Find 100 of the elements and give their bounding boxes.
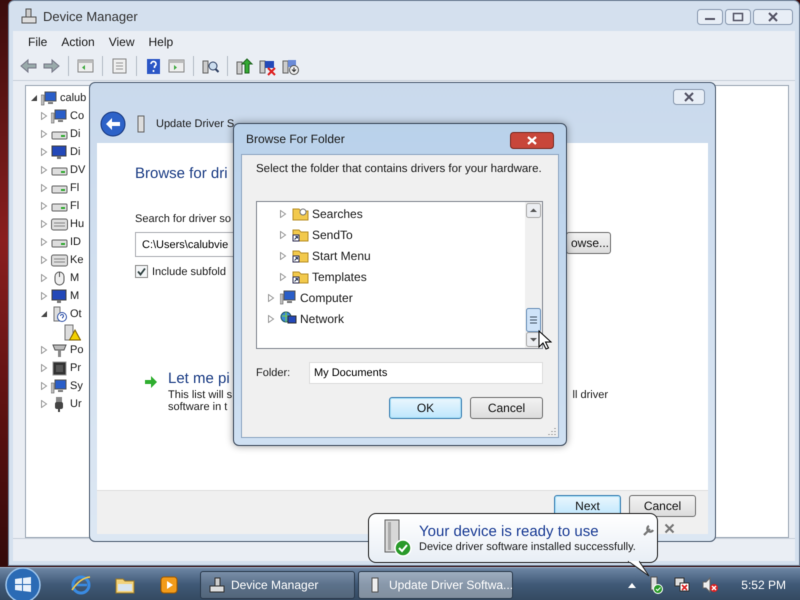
tree-item[interactable]: Computer <box>300 290 353 304</box>
collapse-arrow-icon[interactable] <box>30 94 38 102</box>
pane-icon[interactable] <box>167 56 186 76</box>
help-icon[interactable] <box>144 56 163 76</box>
maximize-button[interactable] <box>725 9 751 25</box>
tree-item[interactable]: DV <box>70 164 86 176</box>
properties-icon[interactable] <box>110 56 129 76</box>
cancel-button[interactable]: Cancel <box>470 397 543 419</box>
expand-arrow-icon[interactable] <box>40 274 48 282</box>
scroll-up-button[interactable] <box>526 203 541 218</box>
browse-button[interactable]: owse... <box>566 232 611 254</box>
expand-arrow-icon[interactable] <box>40 238 48 246</box>
tree-item[interactable]: SendTo <box>312 228 353 242</box>
tree-item[interactable]: Searches <box>312 206 363 220</box>
tree-item[interactable]: Co <box>70 110 84 122</box>
expand-arrow-icon[interactable] <box>40 130 48 138</box>
tree-item[interactable]: calub <box>60 92 86 104</box>
clock[interactable]: 5:52 PM <box>741 578 786 592</box>
computer-icon <box>51 108 68 124</box>
task-label: Update Driver Softwa... <box>389 578 514 592</box>
forward-arrow-icon[interactable] <box>42 56 61 76</box>
menu-item[interactable]: Help <box>142 34 180 48</box>
keyboard-icon <box>51 252 68 268</box>
tree-item[interactable]: Sy <box>70 380 83 392</box>
menu-item[interactable]: Action <box>54 34 102 48</box>
start-button[interactable] <box>4 566 42 600</box>
scroll-thumb[interactable] <box>526 308 541 332</box>
tree-item[interactable]: ID <box>70 236 81 248</box>
tree-item[interactable]: Po <box>70 344 84 356</box>
tree-item[interactable]: M <box>70 290 80 302</box>
option-description: This list will s <box>168 389 232 401</box>
menu-item[interactable]: View <box>102 34 142 48</box>
expand-arrow-icon[interactable] <box>279 210 287 218</box>
media-player-icon[interactable] <box>158 574 180 596</box>
network-icon[interactable] <box>673 576 692 594</box>
ok-button[interactable]: OK <box>389 397 462 419</box>
folder-field[interactable]: My Documents <box>309 362 543 384</box>
tree-item[interactable]: Fl <box>70 200 80 212</box>
device-icon <box>136 115 146 133</box>
expand-arrow-icon[interactable] <box>40 400 48 408</box>
checkbox[interactable] <box>135 265 148 278</box>
tree-item[interactable]: M <box>70 272 80 284</box>
back-arrow-icon[interactable] <box>19 56 38 76</box>
tree-item[interactable]: Di <box>70 146 80 158</box>
scrollbar[interactable] <box>525 202 542 348</box>
update-icon[interactable] <box>235 56 254 76</box>
expand-arrow-icon[interactable] <box>40 292 48 300</box>
tree-item[interactable]: Di <box>70 128 80 140</box>
computer-icon <box>280 289 297 306</box>
tree-item[interactable]: Ke <box>70 254 84 266</box>
close-button[interactable] <box>510 132 554 149</box>
expand-arrow-icon[interactable] <box>279 230 287 238</box>
monitor-icon <box>51 288 68 304</box>
close-icon[interactable] <box>664 523 675 534</box>
expand-arrow-icon[interactable] <box>40 202 48 210</box>
speaker-muted-icon[interactable] <box>701 576 720 594</box>
task-label: Device Manager <box>231 578 318 592</box>
expand-arrow-icon[interactable] <box>40 166 48 174</box>
wrench-icon[interactable] <box>642 523 656 537</box>
tree-item[interactable]: Start Menu <box>312 248 371 262</box>
expand-arrow-icon[interactable] <box>40 364 48 372</box>
cancel-button[interactable]: Cancel <box>629 495 696 517</box>
show-hidden-icons-icon[interactable] <box>627 580 638 588</box>
tree-item[interactable]: Pr <box>70 362 81 374</box>
menu-item[interactable]: File <box>21 34 54 48</box>
notification-message: Device driver software installed successfully. <box>419 541 636 553</box>
tree-item[interactable]: Hu <box>70 218 84 230</box>
expand-arrow-icon[interactable] <box>40 220 48 228</box>
option-link[interactable]: Let me pi <box>168 370 230 387</box>
expand-arrow-icon[interactable] <box>279 272 287 280</box>
back-button[interactable] <box>100 111 126 137</box>
warning-device-icon <box>64 324 81 340</box>
expand-arrow-icon[interactable] <box>40 148 48 156</box>
expand-arrow-icon[interactable] <box>279 252 287 260</box>
notification-title: Your device is ready to use <box>419 523 600 540</box>
browser-icon[interactable] <box>70 574 92 596</box>
collapse-arrow-icon[interactable] <box>40 310 48 318</box>
expand-arrow-icon[interactable] <box>40 346 48 354</box>
expand-arrow-icon[interactable] <box>40 256 48 264</box>
pane-icon[interactable] <box>76 56 95 76</box>
expand-arrow-icon[interactable] <box>40 112 48 120</box>
keyboard-icon <box>51 216 68 232</box>
tree-item[interactable]: Ur <box>70 398 82 410</box>
resize-grip-icon[interactable] <box>548 427 556 435</box>
expand-arrow-icon[interactable] <box>267 314 275 322</box>
close-button[interactable] <box>673 89 705 105</box>
tree-item[interactable]: Fl <box>70 182 80 194</box>
option-description: software in t <box>168 401 228 413</box>
expand-arrow-icon[interactable] <box>267 294 275 302</box>
taskbar-button[interactable]: Device Manager <box>200 570 355 598</box>
instruction-text: Select the folder that contains drivers for your hardware. <box>256 163 543 175</box>
tree-item[interactable]: Ot <box>70 308 82 320</box>
expand-arrow-icon[interactable] <box>40 382 48 390</box>
minimize-button[interactable] <box>697 9 723 25</box>
expand-arrow-icon[interactable] <box>40 184 48 192</box>
chip-icon <box>51 360 68 376</box>
close-button[interactable] <box>753 9 793 25</box>
tree-item[interactable]: Templates <box>312 270 367 284</box>
option-description: ll driver <box>572 389 608 401</box>
tree-item[interactable]: Network <box>300 312 344 326</box>
